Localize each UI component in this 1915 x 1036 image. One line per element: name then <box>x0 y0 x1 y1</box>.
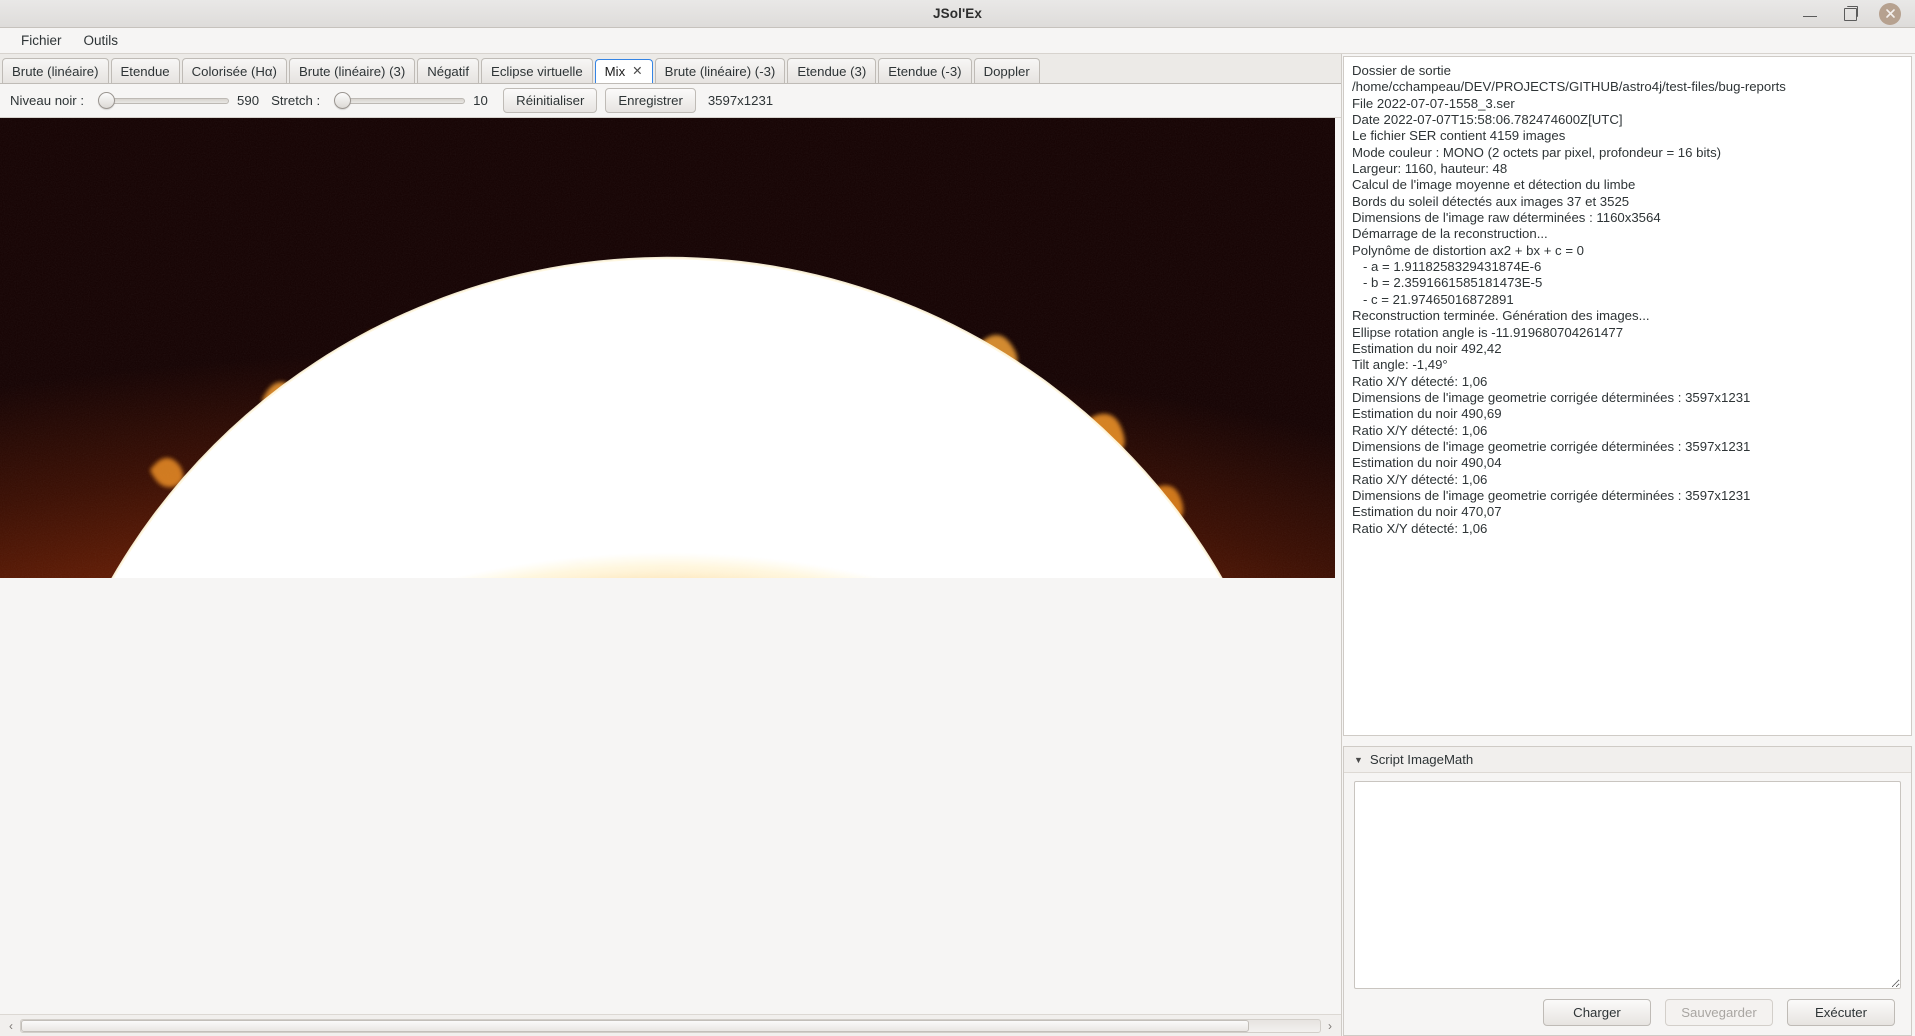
tab-brute-lineaire[interactable]: Brute (linéaire) <box>2 58 109 83</box>
log-line: Date 2022-07-07T15:58:06.782474600Z[UTC] <box>1352 112 1903 128</box>
title-bar: JSol'Ex <box>0 0 1915 28</box>
tab-colorisee-ha[interactable]: Colorisée (Hα) <box>182 58 287 83</box>
log-line: - b = 2.3591661585181473E-5 <box>1352 275 1903 291</box>
imagemath-script-input[interactable] <box>1354 781 1901 989</box>
log-line: Estimation du noir 492,42 <box>1352 341 1903 357</box>
log-line: Calcul de l'image moyenne et détection d… <box>1352 177 1903 193</box>
log-line: Reconstruction terminée. Génération des … <box>1352 308 1903 324</box>
save-image-button[interactable]: Enregistrer <box>605 88 696 113</box>
reset-button[interactable]: Réinitialiser <box>503 88 597 113</box>
right-pane: Dossier de sortie /home/cchampeau/DEV/PR… <box>1342 54 1915 1036</box>
log-line: Démarrage de la reconstruction... <box>1352 226 1903 242</box>
stretch-slider[interactable] <box>330 92 465 110</box>
tab-close-icon[interactable]: ✕ <box>631 65 642 78</box>
image-horizontal-scrollbar[interactable]: ‹ › <box>0 1014 1341 1036</box>
jsolex-window: JSol'Ex Fichier Outils Brute (linéaire) … <box>0 0 1915 1036</box>
stretch-label: Stretch : <box>271 93 320 108</box>
log-line: Largeur: 1160, hauteur: 48 <box>1352 161 1903 177</box>
log-line: Bords du soleil détectés aux images 37 e… <box>1352 194 1903 210</box>
tab-etendue[interactable]: Etendue <box>111 58 180 83</box>
log-line: - a = 1.9118258329431874E-6 <box>1352 259 1903 275</box>
slider-track <box>100 98 229 104</box>
imagemath-header[interactable]: ▼ Script ImageMath <box>1344 747 1911 773</box>
tab-etendue-m3[interactable]: Etendue (-3) <box>878 58 971 83</box>
solar-disk-image <box>0 118 1335 578</box>
log-line: Le fichier SER contient 4159 images <box>1352 128 1903 144</box>
log-line: Dossier de sortie <box>1352 63 1903 79</box>
imagemath-panel: ▼ Script ImageMath Charger Sauvegarder E… <box>1343 746 1912 1036</box>
tab-brute-lineaire-3[interactable]: Brute (linéaire) (3) <box>289 58 415 83</box>
imagemath-body <box>1344 773 1911 989</box>
tab-eclipse-virtuelle[interactable]: Eclipse virtuelle <box>481 58 593 83</box>
black-level-value: 590 <box>237 93 259 108</box>
tab-label: Négatif <box>427 64 469 79</box>
save-script-button: Sauvegarder <box>1665 999 1773 1026</box>
tab-label: Mix <box>605 64 626 79</box>
menu-bar: Fichier Outils <box>0 28 1915 54</box>
menu-outils[interactable]: Outils <box>73 30 130 51</box>
stretch-value: 10 <box>473 93 491 108</box>
log-line: Estimation du noir 490,69 <box>1352 406 1903 422</box>
log-line: Dimensions de l'image geometrie corrigée… <box>1352 390 1903 406</box>
tab-brute-lineaire-m3[interactable]: Brute (linéaire) (-3) <box>655 58 786 83</box>
image-tabs: Brute (linéaire) Etendue Colorisée (Hα) … <box>0 54 1341 84</box>
tab-label: Brute (linéaire) <box>12 64 99 79</box>
scrollbar-trough[interactable] <box>20 1019 1321 1033</box>
log-line: /home/cchampeau/DEV/PROJECTS/GITHUB/astr… <box>1352 79 1903 95</box>
black-level-slider[interactable] <box>94 92 229 110</box>
log-line: Ratio X/Y détecté: 1,06 <box>1352 374 1903 390</box>
image-toolbar: Niveau noir : 590 Stretch : 10 Réinitial… <box>0 84 1341 118</box>
log-line: Dimensions de l'image raw déterminées : … <box>1352 210 1903 226</box>
tab-label: Eclipse virtuelle <box>491 64 583 79</box>
run-script-button[interactable]: Exécuter <box>1787 999 1895 1026</box>
chevron-right-icon[interactable]: › <box>1321 1017 1339 1035</box>
solar-image-viewport[interactable] <box>0 118 1335 578</box>
chevron-down-icon[interactable]: ▼ <box>1354 755 1363 765</box>
load-script-button[interactable]: Charger <box>1543 999 1651 1026</box>
log-line: Ellipse rotation angle is -11.9196807042… <box>1352 325 1903 341</box>
log-line: Ratio X/Y détecté: 1,06 <box>1352 521 1903 537</box>
tab-negatif[interactable]: Négatif <box>417 58 479 83</box>
image-area: ‹ › <box>0 118 1341 1036</box>
maximize-icon[interactable] <box>1839 3 1861 25</box>
black-level-label: Niveau noir : <box>10 93 84 108</box>
tab-doppler[interactable]: Doppler <box>974 58 1040 83</box>
log-line: Ratio X/Y détecté: 1,06 <box>1352 423 1903 439</box>
slider-thumb[interactable] <box>98 92 115 109</box>
process-log[interactable]: Dossier de sortie /home/cchampeau/DEV/PR… <box>1343 56 1912 736</box>
imagemath-title: Script ImageMath <box>1370 752 1473 767</box>
left-pane: Brute (linéaire) Etendue Colorisée (Hα) … <box>0 54 1342 1036</box>
menu-fichier[interactable]: Fichier <box>10 30 73 51</box>
image-dimensions: 3597x1231 <box>708 93 773 108</box>
tab-label: Etendue (3) <box>797 64 866 79</box>
log-line: Mode couleur : MONO (2 octets par pixel,… <box>1352 145 1903 161</box>
log-line: Estimation du noir 470,07 <box>1352 504 1903 520</box>
log-line: File 2022-07-07-1558_3.ser <box>1352 96 1903 112</box>
tab-etendue-3[interactable]: Etendue (3) <box>787 58 876 83</box>
minimize-icon[interactable] <box>1799 3 1821 25</box>
tab-label: Doppler <box>984 64 1030 79</box>
window-title: JSol'Ex <box>0 6 1915 21</box>
log-line: Ratio X/Y détecté: 1,06 <box>1352 472 1903 488</box>
tab-mix[interactable]: Mix ✕ <box>595 59 653 84</box>
log-line: Tilt angle: -1,49° <box>1352 357 1903 373</box>
log-line: - c = 21.97465016872891 <box>1352 292 1903 308</box>
window-controls <box>1799 3 1915 25</box>
tab-label: Brute (linéaire) (3) <box>299 64 405 79</box>
main-split: Brute (linéaire) Etendue Colorisée (Hα) … <box>0 54 1915 1036</box>
tab-label: Colorisée (Hα) <box>192 64 277 79</box>
imagemath-buttons: Charger Sauvegarder Exécuter <box>1344 989 1911 1035</box>
slider-thumb[interactable] <box>334 92 351 109</box>
tab-label: Brute (linéaire) (-3) <box>665 64 776 79</box>
tab-label: Etendue <box>121 64 170 79</box>
log-line: Dimensions de l'image geometrie corrigée… <box>1352 439 1903 455</box>
chevron-left-icon[interactable]: ‹ <box>2 1017 20 1035</box>
log-line: Estimation du noir 490,04 <box>1352 455 1903 471</box>
tab-label: Etendue (-3) <box>888 64 961 79</box>
slider-track <box>336 98 465 104</box>
log-line: Polynôme de distortion ax2 + bx + c = 0 <box>1352 243 1903 259</box>
scrollbar-thumb[interactable] <box>21 1020 1249 1032</box>
close-icon[interactable] <box>1879 3 1901 25</box>
log-line: Dimensions de l'image geometrie corrigée… <box>1352 488 1903 504</box>
